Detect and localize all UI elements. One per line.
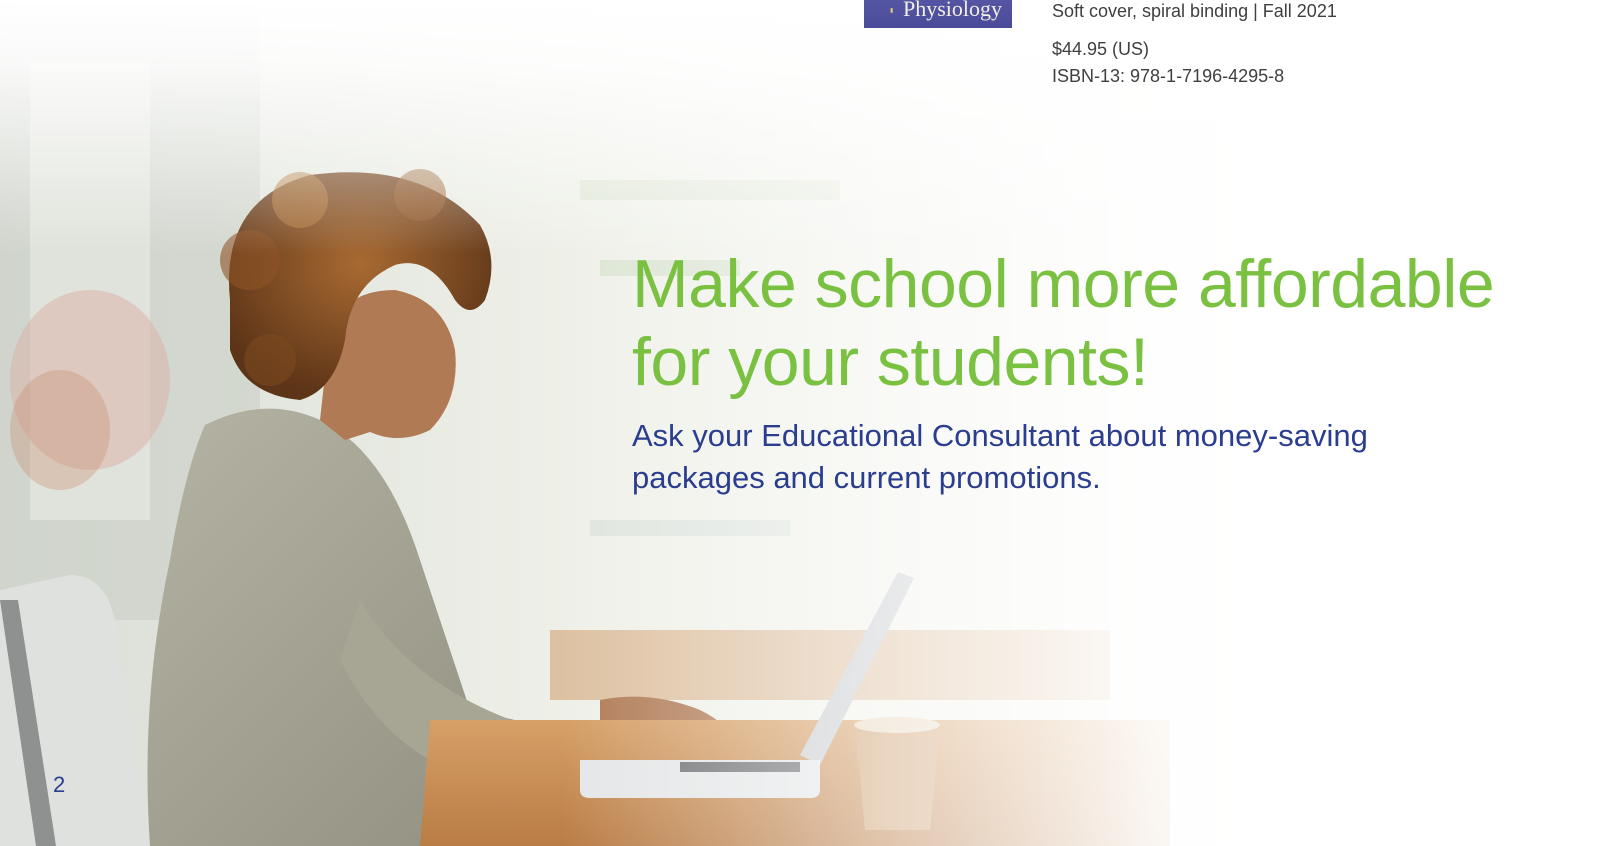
book-cover-title: Physiology [902, 0, 1002, 21]
subtext-line-1: Ask your Educational Consultant about mo… [632, 418, 1368, 453]
edition-tag: ▮ [890, 8, 894, 14]
book-price: $44.95 (US) [1052, 39, 1150, 59]
subtext-line-2: packages and current promotions. [632, 460, 1101, 495]
book-isbn: ISBN-13: 978-1-7196-4295-8 [1052, 66, 1285, 86]
book-cover-image: ▮ Physiology [864, 0, 1012, 28]
book-binding: Soft cover, spiral binding | Fall 2021 [1052, 1, 1337, 21]
headline-line-2: for your students! [632, 324, 1149, 400]
promo-subtext: Ask your Educational Consultant about mo… [632, 415, 1368, 499]
headline-line-1: Make school more affordable [632, 246, 1495, 322]
promo-headline: Make school more affordable for your stu… [632, 245, 1495, 401]
page-number: 2 [53, 772, 66, 797]
